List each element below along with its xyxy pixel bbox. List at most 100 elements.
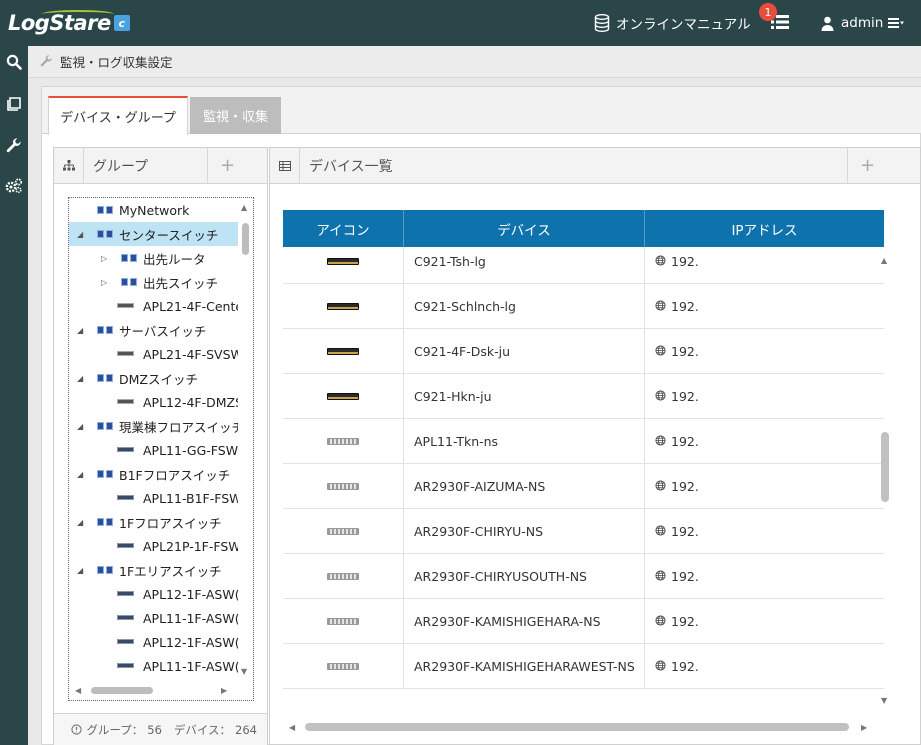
tree-item-label: 1Fフロアスイッチ (119, 515, 222, 531)
tree-device-item[interactable]: APL11-1F-ASW( (69, 606, 238, 630)
device-icon-cell (283, 329, 404, 374)
wrench-icon (6, 138, 21, 153)
ip-address-cell: 192. (645, 329, 884, 374)
tree-group-item[interactable]: MyNetwork (69, 198, 238, 222)
collapse-toggle-icon[interactable]: ◢ (77, 510, 87, 534)
scroll-right-arrow-icon[interactable]: ▶ (221, 686, 227, 695)
scroll-up-arrow-icon[interactable]: ▲ (881, 256, 887, 265)
tree-group-item[interactable]: ▷ 出先スイッチ (69, 270, 238, 294)
tree-item-label: 出先ルータ (143, 251, 206, 267)
column-header-icon[interactable]: アイコン (283, 210, 404, 247)
device-icon-cell (283, 509, 404, 554)
user-icon (821, 16, 834, 31)
scroll-left-arrow-icon[interactable]: ◀ (75, 686, 81, 695)
collapse-toggle-icon[interactable]: ◢ (77, 318, 87, 342)
tab-device-group[interactable]: デバイス・グループ (48, 96, 188, 135)
group-tree[interactable]: ▲ ▼ ◀ ▶ MyNetwork ◢ センタースイッチ ▷ 出先ルータ ▷ 出先スイッチ A… (68, 197, 254, 701)
globe-icon (655, 254, 671, 269)
group-icon (97, 470, 113, 478)
tree-group-item[interactable]: ◢ DMZスイッチ (69, 366, 238, 390)
device-name: AR2930F-KAMISHIGEHARA-NS (414, 614, 601, 629)
tree-device-item[interactable]: APL21P-1F-FSW (69, 534, 238, 558)
tree-group-item[interactable]: ▷ 出先ルータ (69, 246, 238, 270)
globe-icon (655, 389, 671, 404)
tree-group-item[interactable]: ◢ 1Fフロアスイッチ (69, 510, 238, 534)
logstare-logo[interactable]: LogStare c (8, 8, 130, 38)
device-row[interactable]: C921-4F-Dsk-ju 192. (283, 329, 884, 374)
user-menu[interactable]: admin (821, 12, 905, 34)
tree-horizontal-scrollbar[interactable]: ◀ ▶ (69, 684, 239, 698)
switch-device-icon (117, 591, 134, 596)
ip-address-cell: 192. (645, 247, 884, 284)
scroll-right-arrow-icon[interactable]: ▶ (861, 723, 867, 732)
ip-address-cell: 192. (645, 374, 884, 419)
rail-search-button[interactable] (0, 48, 28, 76)
expand-toggle-icon[interactable]: ▷ (101, 270, 111, 294)
expand-toggle-icon[interactable]: ▷ (101, 246, 111, 270)
device-row[interactable]: AR2930F-CHIRYUSOUTH-NS 192. (283, 554, 884, 599)
tree-group-item[interactable]: ◢ センタースイッチ (69, 222, 238, 246)
rail-book-button[interactable] (0, 90, 28, 118)
rail-system-button[interactable] (0, 172, 28, 200)
column-header-ip[interactable]: IPアドレス (645, 210, 884, 247)
device-row[interactable]: C921-Hkn-ju 192. (283, 374, 884, 419)
breadcrumb: 監視・ログ収集設定 (28, 46, 921, 78)
tree-vertical-scrollbar[interactable]: ▲ ▼ (240, 203, 252, 676)
scroll-down-arrow-icon[interactable]: ▼ (241, 667, 247, 676)
hierarchy-icon (54, 148, 84, 183)
tree-device-item[interactable]: APL21-4F-Cente (69, 294, 238, 318)
device-name-cell: AR2930F-KAMISHIGEHARAWEST-NS (404, 644, 645, 689)
tab-monitor-collect[interactable]: 監視・収集 (190, 97, 281, 134)
tree-group-item[interactable]: ◢ B1Fフロアスイッチ (69, 462, 238, 486)
table-vertical-scrollbar[interactable]: ▲ ▼ (879, 256, 893, 708)
scroll-left-arrow-icon[interactable]: ◀ (289, 723, 295, 732)
add-device-button[interactable]: + (847, 148, 887, 183)
switch-icon (327, 663, 359, 670)
collapse-toggle-icon[interactable]: ◢ (77, 366, 87, 390)
device-name-cell: APL11-Tkn-ns (404, 419, 645, 464)
tree-device-item[interactable]: APL12-1F-ASW( (69, 630, 238, 654)
group-icon (97, 230, 113, 238)
globe-icon (655, 614, 671, 629)
column-header-device[interactable]: デバイス (404, 210, 645, 247)
add-group-button[interactable]: + (207, 148, 247, 183)
device-panel-header: デバイス一覧 + (270, 148, 920, 184)
scroll-up-arrow-icon[interactable]: ▲ (241, 203, 247, 212)
table-scroll-thumb[interactable] (881, 432, 889, 502)
device-name-cell: AR2930F-CHIRYUSOUTH-NS (404, 554, 645, 599)
device-row[interactable]: AR2930F-AIZUMA-NS 192. (283, 464, 884, 509)
device-row[interactable]: C921-Tsh-lg 192. (283, 247, 884, 284)
collapse-toggle-icon[interactable]: ◢ (77, 462, 87, 486)
tree-device-item[interactable]: APL21-4F-SVSW (69, 342, 238, 366)
device-row[interactable]: AR2930F-CHIRYU-NS 192. (283, 509, 884, 554)
tree-item-label: APL11-B1F-FSW (143, 490, 238, 506)
device-icon-cell (283, 374, 404, 419)
table-header: アイコン デバイス IPアドレス (283, 210, 884, 247)
scroll-down-arrow-icon[interactable]: ▼ (881, 696, 887, 705)
collapse-toggle-icon[interactable]: ◢ (77, 414, 87, 438)
tree-scroll-thumb[interactable] (242, 223, 249, 255)
collapse-toggle-icon[interactable]: ◢ (77, 558, 87, 582)
device-panel: デバイス一覧 + アイコン デバイス IPアドレス C921-Tsh-lg 192… (269, 147, 921, 745)
table-hscroll-thumb[interactable] (305, 723, 849, 731)
collapse-toggle-icon[interactable]: ◢ (77, 222, 87, 246)
device-row[interactable]: AR2930F-KAMISHIGEHARA-NS 192. (283, 599, 884, 644)
tree-device-item[interactable]: APL11-B1F-FSW (69, 486, 238, 510)
rail-settings-button[interactable] (0, 132, 28, 160)
tree-device-item[interactable]: APL11-GG-FSW( (69, 438, 238, 462)
tree-item-label: APL12-1F-ASW( (143, 586, 238, 602)
tree-item-label: APL11-1F-ASW( (143, 610, 238, 626)
tree-group-item[interactable]: ◢ 現業棟フロアスイッチ (69, 414, 238, 438)
online-manual-link[interactable]: オンラインマニュアル (594, 12, 751, 34)
tree-group-item[interactable]: ◢ 1Fエリアスイッチ (69, 558, 238, 582)
tree-device-item[interactable]: APL12-1F-ASW( (69, 582, 238, 606)
tree-hscroll-thumb[interactable] (91, 687, 153, 694)
tree-device-item[interactable]: APL12-4F-DMZS (69, 390, 238, 414)
device-row[interactable]: C921-Schlnch-lg 192. (283, 284, 884, 329)
ip-redaction (700, 336, 765, 367)
device-row[interactable]: APL11-Tkn-ns 192. (283, 419, 884, 464)
table-horizontal-scrollbar[interactable]: ◀ ▶ (283, 720, 879, 734)
tree-group-item[interactable]: ◢ サーバスイッチ (69, 318, 238, 342)
device-row[interactable]: AR2930F-KAMISHIGEHARAWEST-NS 192. (283, 644, 884, 689)
tree-device-item[interactable]: APL11-1F-ASW( (69, 654, 238, 678)
